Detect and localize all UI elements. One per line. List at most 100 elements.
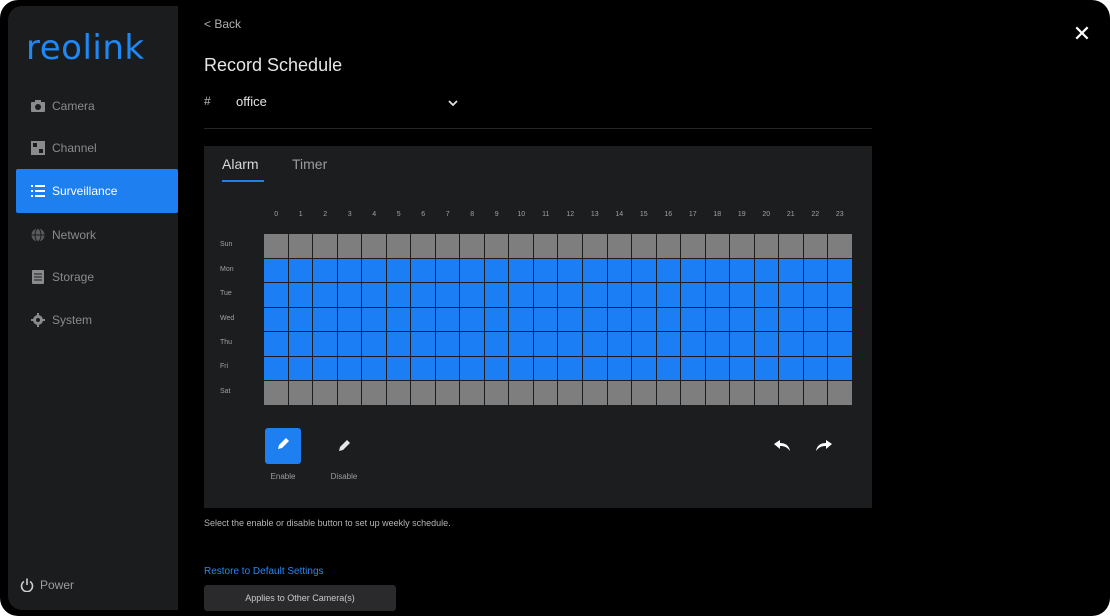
schedule-cell[interactable] <box>632 356 656 381</box>
schedule-cell[interactable] <box>656 258 681 283</box>
power-button[interactable]: Power <box>20 578 74 592</box>
schedule-cell[interactable] <box>730 283 754 307</box>
schedule-cell[interactable] <box>754 332 779 356</box>
schedule-cell[interactable] <box>411 307 435 332</box>
schedule-cell[interactable] <box>656 283 681 307</box>
schedule-cell[interactable] <box>533 258 558 283</box>
schedule-cell[interactable] <box>558 356 583 381</box>
schedule-cell[interactable] <box>264 234 288 258</box>
schedule-cell[interactable] <box>705 283 730 307</box>
schedule-cell[interactable] <box>803 356 828 381</box>
schedule-cell[interactable] <box>754 283 779 307</box>
schedule-cell[interactable] <box>435 283 460 307</box>
schedule-cell[interactable] <box>583 356 607 381</box>
schedule-cell[interactable] <box>779 258 803 283</box>
sidebar-item-system[interactable]: System <box>16 300 178 340</box>
schedule-cell[interactable] <box>730 356 754 381</box>
schedule-cell[interactable] <box>607 332 632 356</box>
schedule-cell[interactable] <box>264 381 288 405</box>
schedule-cell[interactable] <box>264 283 288 307</box>
schedule-cell[interactable] <box>779 234 803 258</box>
channel-select[interactable]: # office <box>204 90 466 112</box>
schedule-cell[interactable] <box>386 381 411 405</box>
schedule-cell[interactable] <box>828 381 852 405</box>
schedule-cell[interactable] <box>533 332 558 356</box>
schedule-cell[interactable] <box>779 356 803 381</box>
schedule-cell[interactable] <box>656 381 681 405</box>
schedule-cell[interactable] <box>460 234 484 258</box>
schedule-cell[interactable] <box>460 381 484 405</box>
schedule-cell[interactable] <box>583 283 607 307</box>
schedule-cell[interactable] <box>337 283 362 307</box>
schedule-cell[interactable] <box>484 332 509 356</box>
schedule-cell[interactable] <box>656 234 681 258</box>
schedule-cell[interactable] <box>730 307 754 332</box>
schedule-cell[interactable] <box>632 234 656 258</box>
schedule-cell[interactable] <box>337 307 362 332</box>
schedule-cell[interactable] <box>803 307 828 332</box>
schedule-cell[interactable] <box>607 381 632 405</box>
schedule-cell[interactable] <box>533 234 558 258</box>
schedule-cell[interactable] <box>558 283 583 307</box>
schedule-cell[interactable] <box>362 381 386 405</box>
schedule-cell[interactable] <box>484 381 509 405</box>
schedule-cell[interactable] <box>386 234 411 258</box>
schedule-cell[interactable] <box>509 307 533 332</box>
schedule-cell[interactable] <box>411 234 435 258</box>
schedule-cell[interactable] <box>460 356 484 381</box>
sidebar-item-channel[interactable]: Channel <box>16 128 178 168</box>
undo-button[interactable] <box>764 430 800 466</box>
schedule-cell[interactable] <box>509 258 533 283</box>
schedule-cell[interactable] <box>386 356 411 381</box>
schedule-cell[interactable] <box>754 234 779 258</box>
schedule-cell[interactable] <box>337 356 362 381</box>
back-link[interactable]: < Back <box>204 17 241 31</box>
schedule-cell[interactable] <box>313 332 337 356</box>
schedule-cell[interactable] <box>509 283 533 307</box>
schedule-cell[interactable] <box>435 332 460 356</box>
schedule-cell[interactable] <box>681 258 705 283</box>
sidebar-item-camera[interactable]: Camera <box>16 86 178 126</box>
schedule-cell[interactable] <box>313 381 337 405</box>
schedule-cell[interactable] <box>264 332 288 356</box>
schedule-cell[interactable] <box>435 258 460 283</box>
schedule-cell[interactable] <box>288 381 313 405</box>
schedule-cell[interactable] <box>288 307 313 332</box>
schedule-cell[interactable] <box>558 332 583 356</box>
schedule-cell[interactable] <box>803 381 828 405</box>
tab-alarm[interactable]: Alarm <box>222 156 259 172</box>
schedule-cell[interactable] <box>754 258 779 283</box>
schedule-cell[interactable] <box>705 258 730 283</box>
schedule-cell[interactable] <box>681 283 705 307</box>
disable-button[interactable] <box>326 430 362 466</box>
schedule-cell[interactable] <box>779 307 803 332</box>
schedule-cell[interactable] <box>264 356 288 381</box>
schedule-cell[interactable] <box>558 258 583 283</box>
schedule-cell[interactable] <box>509 381 533 405</box>
schedule-cell[interactable] <box>313 234 337 258</box>
schedule-cell[interactable] <box>681 356 705 381</box>
schedule-cell[interactable] <box>558 234 583 258</box>
schedule-cell[interactable] <box>484 283 509 307</box>
schedule-cell[interactable] <box>362 258 386 283</box>
schedule-cell[interactable] <box>583 258 607 283</box>
schedule-cell[interactable] <box>705 381 730 405</box>
schedule-cell[interactable] <box>632 258 656 283</box>
schedule-grid[interactable] <box>264 234 852 405</box>
schedule-cell[interactable] <box>803 258 828 283</box>
schedule-cell[interactable] <box>828 307 852 332</box>
schedule-cell[interactable] <box>313 283 337 307</box>
schedule-cell[interactable] <box>754 307 779 332</box>
schedule-cell[interactable] <box>558 307 583 332</box>
tab-timer[interactable]: Timer <box>292 156 327 172</box>
schedule-cell[interactable] <box>558 381 583 405</box>
schedule-cell[interactable] <box>632 283 656 307</box>
schedule-cell[interactable] <box>313 356 337 381</box>
schedule-cell[interactable] <box>435 234 460 258</box>
schedule-cell[interactable] <box>730 258 754 283</box>
schedule-cell[interactable] <box>411 332 435 356</box>
schedule-cell[interactable] <box>681 234 705 258</box>
schedule-cell[interactable] <box>656 332 681 356</box>
sidebar-item-network[interactable]: Network <box>16 215 178 255</box>
schedule-cell[interactable] <box>705 307 730 332</box>
